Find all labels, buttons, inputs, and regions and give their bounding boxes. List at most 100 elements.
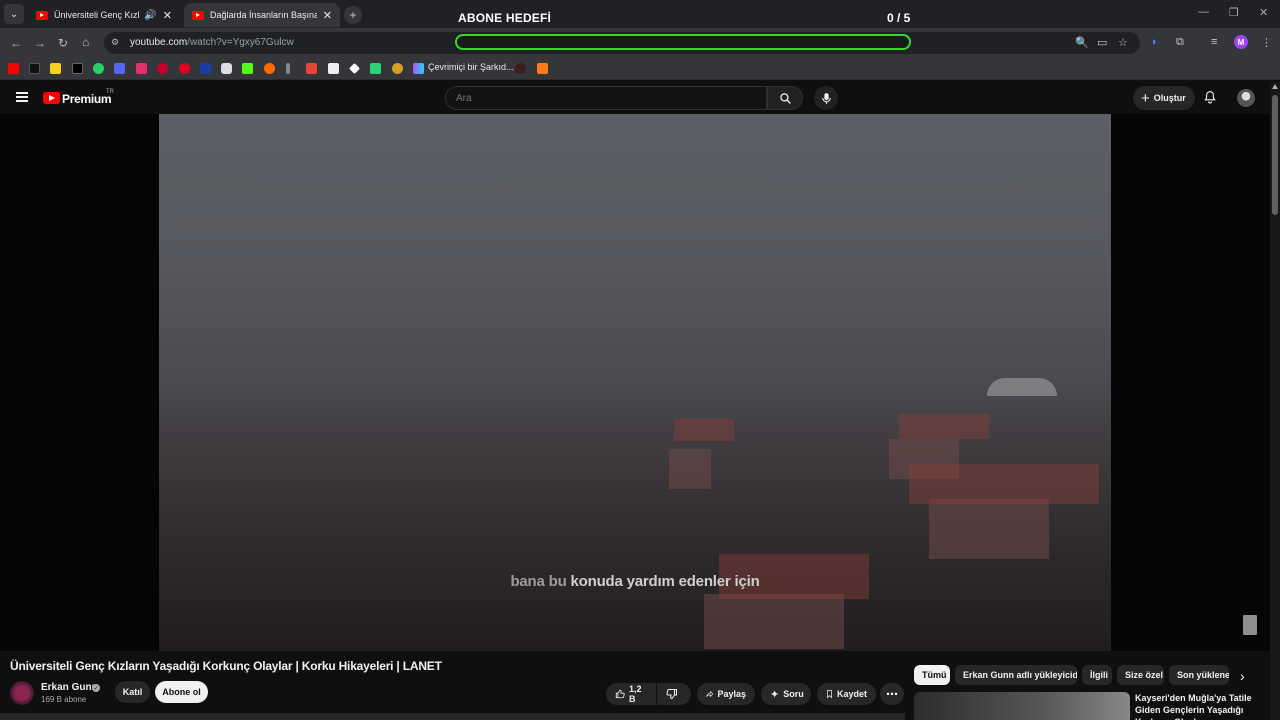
recommended-video-title[interactable]: Kayseri'den Muğla'ya Tatile Giden Gençle… (1135, 692, 1265, 720)
gmail-bookmark-icon[interactable] (306, 63, 317, 74)
save-button[interactable]: Kaydet (817, 683, 876, 705)
close-window-icon[interactable]: ✕ (1259, 6, 1268, 19)
media-controls-icon[interactable]: ≡ (1211, 36, 1217, 48)
channel-avatar[interactable] (10, 681, 34, 705)
bookmark-icon-10[interactable] (200, 63, 211, 74)
village-roof (674, 419, 734, 441)
discord-bookmark-icon[interactable] (114, 63, 125, 74)
pinterest-bookmark-icon[interactable] (179, 63, 190, 74)
user-avatar[interactable] (1237, 89, 1255, 107)
bookmarks-bar (0, 58, 1280, 80)
whatsapp-bookmark-icon[interactable] (93, 63, 104, 74)
maximize-icon[interactable]: ❐ (1229, 6, 1239, 19)
youtube-brand[interactable]: Premium (62, 92, 112, 106)
plus-icon: + (1141, 89, 1150, 107)
microphone-icon (821, 92, 831, 104)
youtube-logo-icon[interactable] (43, 92, 60, 104)
thumbs-up-icon (615, 689, 625, 699)
bookmark-icon-13[interactable] (264, 63, 275, 74)
url-text[interactable]: youtube.com/watch?v=Ygxy67Gulcw (130, 37, 294, 48)
x-bookmark-icon[interactable] (72, 63, 83, 74)
village-house (669, 449, 711, 489)
save-label: Kaydet (836, 689, 867, 699)
subtitle-highlight: bana bu (510, 573, 567, 590)
bookmark-icon-11[interactable] (221, 63, 232, 74)
share-label: Paylaş (717, 689, 746, 699)
forward-icon[interactable]: → (34, 36, 46, 50)
bookmark-label[interactable]: Çevrimiçi bir Şarkıd... (428, 62, 514, 72)
document-icon (1243, 615, 1257, 635)
back-icon[interactable]: ← (10, 36, 22, 50)
more-horizontal-icon: ⋯ (886, 687, 898, 701)
chip-related[interactable]: İlgili (1082, 665, 1112, 685)
channel-name[interactable]: Erkan Gunn (41, 682, 98, 693)
cast-icon[interactable]: ▭ (1097, 36, 1107, 49)
tab-1[interactable]: Üniversiteli Genç Kızların Yaşadığı Kork… (28, 3, 180, 27)
bookmark-star-icon[interactable]: ☆ (1118, 36, 1128, 49)
tab-search-button[interactable]: ⌄ (4, 4, 24, 24)
instagram-bookmark-icon[interactable] (136, 63, 147, 74)
thumbs-down-icon (666, 689, 677, 700)
bookmark-icon-20[interactable] (413, 63, 424, 74)
chip-for-you[interactable]: Size özel (1117, 665, 1164, 685)
recommended-video-thumbnail[interactable] (914, 692, 1130, 720)
chip-from-uploader[interactable]: Erkan Gunn adlı yükleyiciden (955, 665, 1077, 685)
subscriber-count: 169 B abone (41, 695, 87, 704)
chip-all[interactable]: Tümü (914, 665, 950, 685)
bookmark-icon-19[interactable] (392, 63, 403, 74)
sparkle-icon: ✦ (770, 688, 780, 701)
video-subtitle: bana bu konuda yardım edenler için (159, 573, 1111, 590)
site-info-icon[interactable]: ⚙ (111, 37, 119, 48)
youtube-favicon-icon (192, 10, 204, 20)
bookmark-icon-14[interactable] (286, 63, 290, 74)
voice-search-button[interactable] (814, 86, 838, 110)
video-frame[interactable]: bana bu konuda yardım edenler için (159, 114, 1111, 651)
tab-2[interactable]: Dağlarda İnsanların Başına Gelen ✕ (184, 3, 340, 27)
bookmark-icon-18[interactable] (370, 63, 381, 74)
extension-icon[interactable]: ◗ (1151, 36, 1158, 48)
profile-avatar[interactable]: M (1234, 35, 1248, 49)
soundcloud-bookmark-icon[interactable] (537, 63, 548, 74)
close-tab-2-icon[interactable]: ✕ (323, 9, 332, 22)
more-actions-button[interactable]: ⋯ (880, 683, 904, 705)
create-button[interactable]: + Oluştur (1133, 86, 1195, 110)
new-tab-button[interactable]: + (344, 6, 362, 24)
bookmark-icon-8[interactable] (157, 63, 168, 74)
subscribe-button[interactable]: Abone ol (155, 681, 208, 703)
reload-icon[interactable]: ↻ (58, 36, 68, 50)
scroll-up-arrow-icon[interactable] (1272, 84, 1278, 89)
bookmark-icon-16[interactable] (328, 63, 339, 74)
search-icon (779, 92, 791, 104)
home-icon[interactable]: ⌂ (82, 35, 89, 49)
tab-1-title: Üniversiteli Genç Kızların Yaşadığı Kork… (54, 10, 140, 20)
dislike-button[interactable] (657, 683, 691, 705)
extensions-puzzle-icon[interactable]: ⧉ (1176, 36, 1184, 49)
like-count: 1,2 B (629, 684, 642, 704)
share-button[interactable]: Paylaş (697, 683, 755, 705)
search-button[interactable] (767, 86, 803, 110)
join-button[interactable]: Katıl (115, 681, 150, 703)
chip-recent-uploads[interactable]: Son yüklenenler (1169, 665, 1229, 685)
page-scrollbar-thumb[interactable] (1272, 95, 1278, 215)
chevron-right-icon[interactable]: › (1240, 668, 1245, 684)
s-bookmark-icon[interactable] (50, 63, 61, 74)
zoom-icon[interactable]: 🔍 (1075, 36, 1089, 49)
search-input[interactable] (445, 86, 767, 110)
create-label: Oluştur (1153, 93, 1186, 103)
subscriber-goal-progress (455, 34, 911, 50)
speaker-icon[interactable]: 🔊 (144, 10, 156, 21)
minimize-icon[interactable]: — (1198, 6, 1209, 18)
menu-hamburger-icon[interactable] (16, 92, 28, 102)
youtube-bookmark-icon[interactable] (8, 63, 19, 74)
like-button[interactable]: 1,2 B (606, 683, 656, 705)
village-roof (909, 464, 1099, 504)
notifications-button[interactable] (1203, 90, 1217, 110)
ask-button[interactable]: ✦ Soru (761, 683, 811, 705)
greenhouse-roof (987, 378, 1057, 396)
video-title: Üniversiteli Genç Kızların Yaşadığı Kork… (10, 659, 442, 673)
kick-bookmark-icon[interactable] (242, 63, 253, 74)
bookmark-icon-22[interactable] (515, 63, 526, 74)
tiktok-bookmark-icon[interactable] (29, 63, 40, 74)
close-tab-1-icon[interactable]: ✕ (163, 9, 172, 22)
browser-menu-icon[interactable]: ⋮ (1261, 36, 1272, 49)
